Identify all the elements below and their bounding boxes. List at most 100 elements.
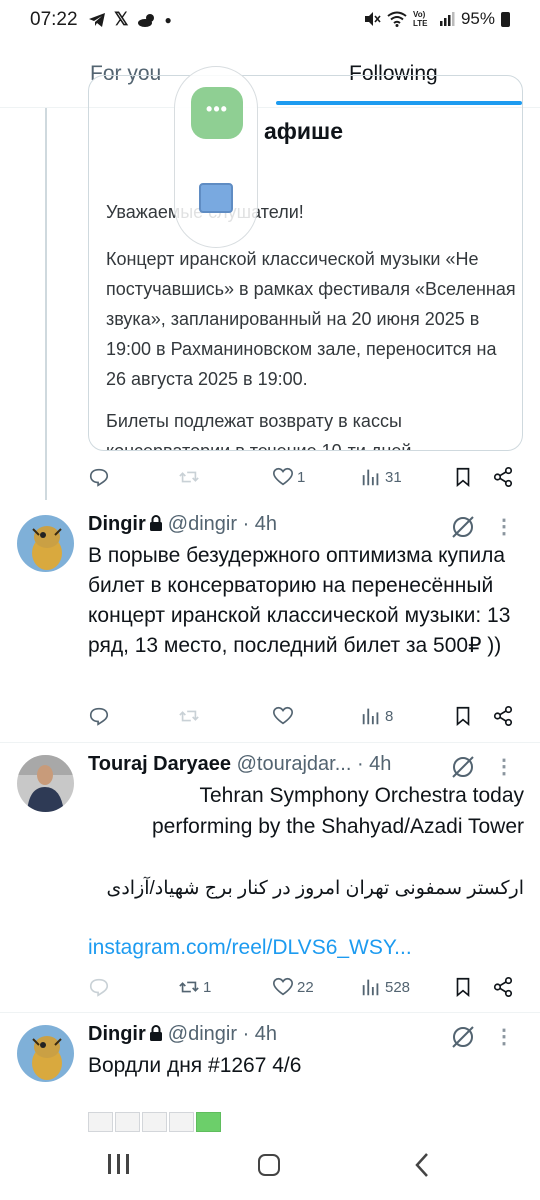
- share-icon: [493, 706, 513, 726]
- tweet-actions: 1 22 528: [88, 975, 528, 1005]
- wifi-icon: [387, 11, 407, 27]
- views-icon: [362, 469, 379, 486]
- reply-button[interactable]: [88, 465, 110, 489]
- share-button[interactable]: [492, 975, 514, 999]
- retweet-icon: [179, 471, 199, 483]
- author-handle[interactable]: @dingir: [168, 513, 237, 535]
- back-button[interactable]: [414, 1152, 430, 1185]
- share-button[interactable]: [492, 465, 514, 489]
- system-navigation-bar: [0, 1134, 540, 1200]
- thread-connector-line: [45, 108, 47, 500]
- tweet-time: · 4h: [242, 1023, 278, 1045]
- share-icon: [493, 977, 513, 997]
- wordle-cell: [169, 1112, 194, 1132]
- wordle-cell: [142, 1112, 167, 1132]
- avatar-image: [17, 515, 74, 572]
- tweet-text-farsi: ارکستر سمفونی تهران امروز در کنار برج شه…: [106, 878, 524, 899]
- bookmark-button[interactable]: [452, 465, 474, 489]
- more-options-icon[interactable]: ⋮: [494, 514, 514, 539]
- like-count: 1: [297, 468, 306, 486]
- recent-apps-button[interactable]: [108, 1154, 129, 1174]
- card-paragraph: Билеты подлежат возврату в кассы консерв…: [106, 411, 412, 451]
- heart-icon: [273, 467, 293, 486]
- more-options-icon[interactable]: ⋮: [494, 754, 514, 779]
- reply-button[interactable]: [88, 704, 110, 728]
- tweet-link[interactable]: instagram.com/reel/DLVS6_WSY...: [88, 933, 528, 963]
- view-count: 8: [385, 707, 394, 725]
- grok-icon[interactable]: [450, 754, 476, 780]
- tweet-header: Dingir @dingir · 4h: [88, 513, 277, 536]
- tweet-time: · 4h: [356, 753, 392, 775]
- tweet-divider: [0, 742, 540, 743]
- quoted-card[interactable]: афише Уважаемые слушатели! Концерт иранс…: [88, 75, 523, 451]
- avatar[interactable]: [17, 515, 74, 572]
- card-title: афише: [264, 118, 344, 144]
- tweet-divider: [0, 1012, 540, 1013]
- lock-icon: [149, 515, 162, 531]
- tweet-actions: 1 31: [88, 465, 528, 495]
- views-button[interactable]: 8: [360, 704, 393, 728]
- reply-icon: [89, 978, 109, 997]
- mute-icon: [364, 12, 381, 26]
- tweet-header: Dingir @dingir · 4h: [88, 1023, 277, 1046]
- status-time: 07:22: [30, 9, 78, 30]
- status-bar: 07:22 𝕏 ● Vo) LTE 95%: [0, 0, 540, 40]
- like-button[interactable]: 22: [272, 975, 314, 999]
- retweet-icon: [179, 710, 199, 722]
- tweet-text-line: performing by the Shahyad/Azadi Tower: [152, 815, 524, 838]
- author-name[interactable]: Dingir: [88, 1023, 146, 1045]
- bookmark-button[interactable]: [452, 975, 474, 999]
- floating-app-bubble[interactable]: •••: [174, 66, 258, 248]
- like-button[interactable]: [272, 704, 294, 728]
- dot-icon: ●: [164, 12, 172, 27]
- reply-button[interactable]: [88, 975, 110, 999]
- app-shortcut-icon[interactable]: [199, 183, 233, 213]
- views-button[interactable]: 528: [360, 975, 410, 999]
- heart-icon: [273, 706, 293, 725]
- bookmark-icon: [456, 706, 470, 727]
- retweet-button[interactable]: 1: [178, 975, 211, 999]
- more-dots-icon[interactable]: •••: [191, 87, 243, 139]
- notification-icons: 𝕏 ●: [88, 9, 172, 30]
- author-handle[interactable]: @tourajdar...: [237, 753, 352, 775]
- tweet-time: · 4h: [242, 513, 278, 535]
- card-paragraph: Концерт иранской классической музыки «Не…: [106, 249, 516, 389]
- avatar-image: [17, 755, 74, 812]
- author-name[interactable]: Touraj Daryaee: [88, 753, 231, 775]
- avatar-image: [17, 1025, 74, 1082]
- wordle-cell: [88, 1112, 113, 1132]
- wordle-grid: [88, 1112, 221, 1132]
- author-handle[interactable]: @dingir: [168, 1023, 237, 1045]
- bookmark-icon: [456, 467, 470, 488]
- share-button[interactable]: [492, 704, 514, 728]
- signal-icon: [439, 12, 455, 26]
- retweet-count: 1: [203, 978, 212, 996]
- view-count: 528: [385, 978, 411, 996]
- like-count: 22: [297, 978, 314, 996]
- views-button[interactable]: 31: [360, 465, 402, 489]
- retweet-button[interactable]: [178, 704, 200, 728]
- grok-icon[interactable]: [450, 1024, 476, 1050]
- retweet-icon: [179, 981, 199, 993]
- battery-icon: [501, 11, 510, 27]
- grok-icon[interactable]: [450, 514, 476, 540]
- bookmark-icon: [456, 977, 470, 998]
- view-count: 31: [385, 468, 402, 486]
- x-logo-icon: 𝕏: [114, 9, 129, 29]
- more-options-icon[interactable]: ⋮: [494, 1024, 514, 1049]
- system-icons: Vo) LTE 95%: [363, 9, 510, 29]
- battery-level: 95%: [460, 9, 495, 28]
- card-paragraph: Уважаемые слушатели!: [106, 202, 304, 222]
- wordle-cell-green: [196, 1112, 221, 1132]
- tweet-header: Touraj Daryaee @tourajdar... · 4h: [88, 753, 391, 776]
- retweet-button[interactable]: [178, 465, 200, 489]
- lte-icon: Vo) LTE: [412, 10, 428, 28]
- home-button[interactable]: [258, 1154, 280, 1176]
- like-button[interactable]: 1: [272, 465, 305, 489]
- avatar[interactable]: [17, 755, 74, 812]
- bookmark-button[interactable]: [452, 704, 474, 728]
- tweet-text: В порыве безудержного оптимизма купила б…: [88, 544, 511, 657]
- avatar[interactable]: [17, 1025, 74, 1082]
- tweet-text: Вордли дня #1267 4/6: [88, 1054, 302, 1077]
- author-name[interactable]: Dingir: [88, 513, 146, 535]
